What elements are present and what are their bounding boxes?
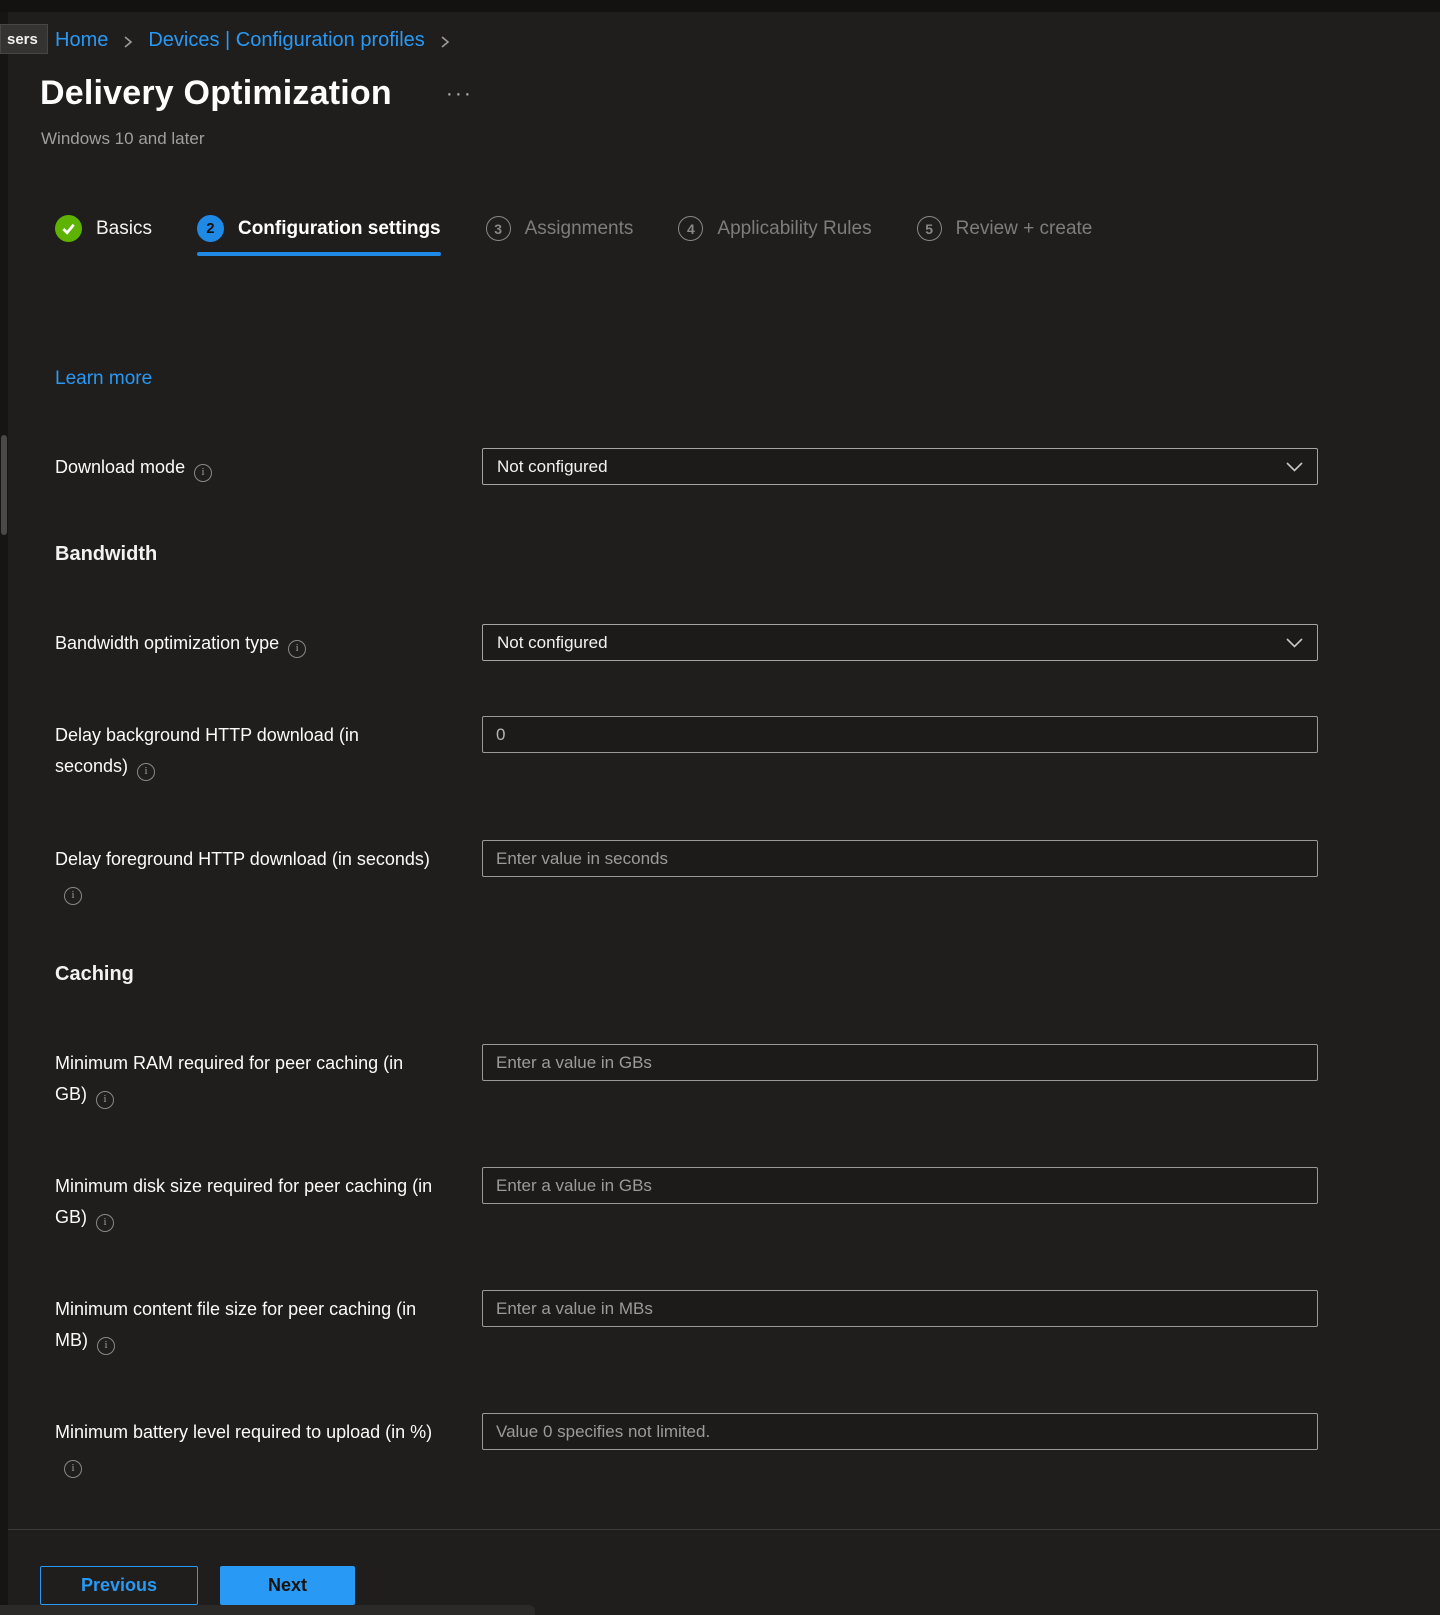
min-ram-input[interactable] — [482, 1044, 1318, 1081]
step-configuration-settings[interactable]: 2 Configuration settings — [197, 215, 441, 256]
step-number: 4 — [678, 216, 703, 241]
step-label: Review + create — [956, 218, 1093, 240]
next-button[interactable]: Next — [220, 1566, 355, 1605]
bandwidth-optimization-type-label: Bandwidth optimization type i — [55, 628, 433, 659]
window-top-edge — [0, 0, 1440, 12]
step-number: 3 — [486, 216, 511, 241]
min-content-size-input[interactable] — [482, 1290, 1318, 1327]
step-number: 2 — [197, 215, 224, 242]
min-battery-input[interactable] — [482, 1413, 1318, 1450]
breadcrumb: Home Devices | Configuration profiles — [55, 29, 451, 52]
dropdown-selected-value: Not configured — [497, 633, 1286, 653]
section-header-caching: Caching — [55, 963, 134, 986]
chevron-right-icon — [439, 36, 451, 48]
delay-background-label: Delay background HTTP download (in secon… — [55, 720, 433, 782]
clipped-blade-label-text: sers — [7, 31, 38, 48]
step-label: Basics — [96, 218, 152, 240]
step-label: Applicability Rules — [717, 218, 871, 240]
breadcrumb-devices-link[interactable]: Devices | Configuration profiles — [148, 29, 424, 52]
min-ram-label: Minimum RAM required for peer caching (i… — [55, 1048, 433, 1110]
wizard-steps: Basics 2 Configuration settings 3 Assign… — [55, 215, 1092, 256]
clipped-blade-label: sers — [0, 24, 48, 54]
field-label-text: Minimum battery level required to upload… — [55, 1422, 432, 1442]
min-battery-label: Minimum battery level required to upload… — [55, 1417, 433, 1479]
step-assignments[interactable]: 3 Assignments — [486, 215, 634, 256]
bandwidth-optimization-type-dropdown[interactable]: Not configured — [482, 624, 1318, 661]
info-icon[interactable]: i — [64, 1460, 82, 1478]
download-mode-label: Download mode i — [55, 452, 433, 483]
dropdown-selected-value: Not configured — [497, 457, 1286, 477]
info-icon[interactable]: i — [137, 763, 155, 781]
field-label-text: Delay background HTTP download (in secon… — [55, 725, 359, 776]
delay-foreground-input[interactable] — [482, 840, 1318, 877]
info-icon[interactable]: i — [96, 1214, 114, 1232]
chevron-down-icon — [1286, 462, 1303, 472]
step-number: 5 — [917, 216, 942, 241]
scrollbar-thumb[interactable] — [1, 435, 7, 535]
page-subtitle: Windows 10 and later — [41, 129, 204, 149]
download-mode-dropdown[interactable]: Not configured — [482, 448, 1318, 485]
step-basics[interactable]: Basics — [55, 215, 152, 256]
delay-foreground-label: Delay foreground HTTP download (in secon… — [55, 844, 433, 906]
chevron-right-icon — [122, 36, 134, 48]
previous-button[interactable]: Previous — [40, 1566, 198, 1605]
min-disk-label: Minimum disk size required for peer cach… — [55, 1171, 433, 1233]
more-menu-icon[interactable]: ··· — [442, 85, 477, 103]
field-label-text: Download mode — [55, 457, 185, 477]
adjacent-blade-edge — [0, 12, 8, 1615]
min-disk-input[interactable] — [482, 1167, 1318, 1204]
page-title: Delivery Optimization — [40, 74, 392, 113]
info-icon[interactable]: i — [288, 640, 306, 658]
info-icon[interactable]: i — [96, 1091, 114, 1109]
info-icon[interactable]: i — [97, 1337, 115, 1355]
info-icon[interactable]: i — [194, 464, 212, 482]
field-label-text: Delay foreground HTTP download (in secon… — [55, 849, 430, 869]
footer-divider — [8, 1529, 1440, 1530]
step-label: Configuration settings — [238, 218, 441, 240]
step-label: Assignments — [525, 218, 634, 240]
step-complete-icon — [55, 215, 82, 242]
step-applicability-rules[interactable]: 4 Applicability Rules — [678, 215, 871, 256]
delay-background-input[interactable] — [482, 716, 1318, 753]
breadcrumb-home-link[interactable]: Home — [55, 29, 108, 52]
check-icon — [61, 221, 76, 236]
bottom-popup-edge — [0, 1605, 535, 1615]
info-icon[interactable]: i — [64, 887, 82, 905]
step-review-create[interactable]: 5 Review + create — [917, 215, 1093, 256]
learn-more-link[interactable]: Learn more — [55, 368, 152, 390]
section-header-bandwidth: Bandwidth — [55, 543, 157, 566]
min-content-size-label: Minimum content file size for peer cachi… — [55, 1294, 433, 1356]
chevron-down-icon — [1286, 638, 1303, 648]
field-label-text: Bandwidth optimization type — [55, 633, 279, 653]
